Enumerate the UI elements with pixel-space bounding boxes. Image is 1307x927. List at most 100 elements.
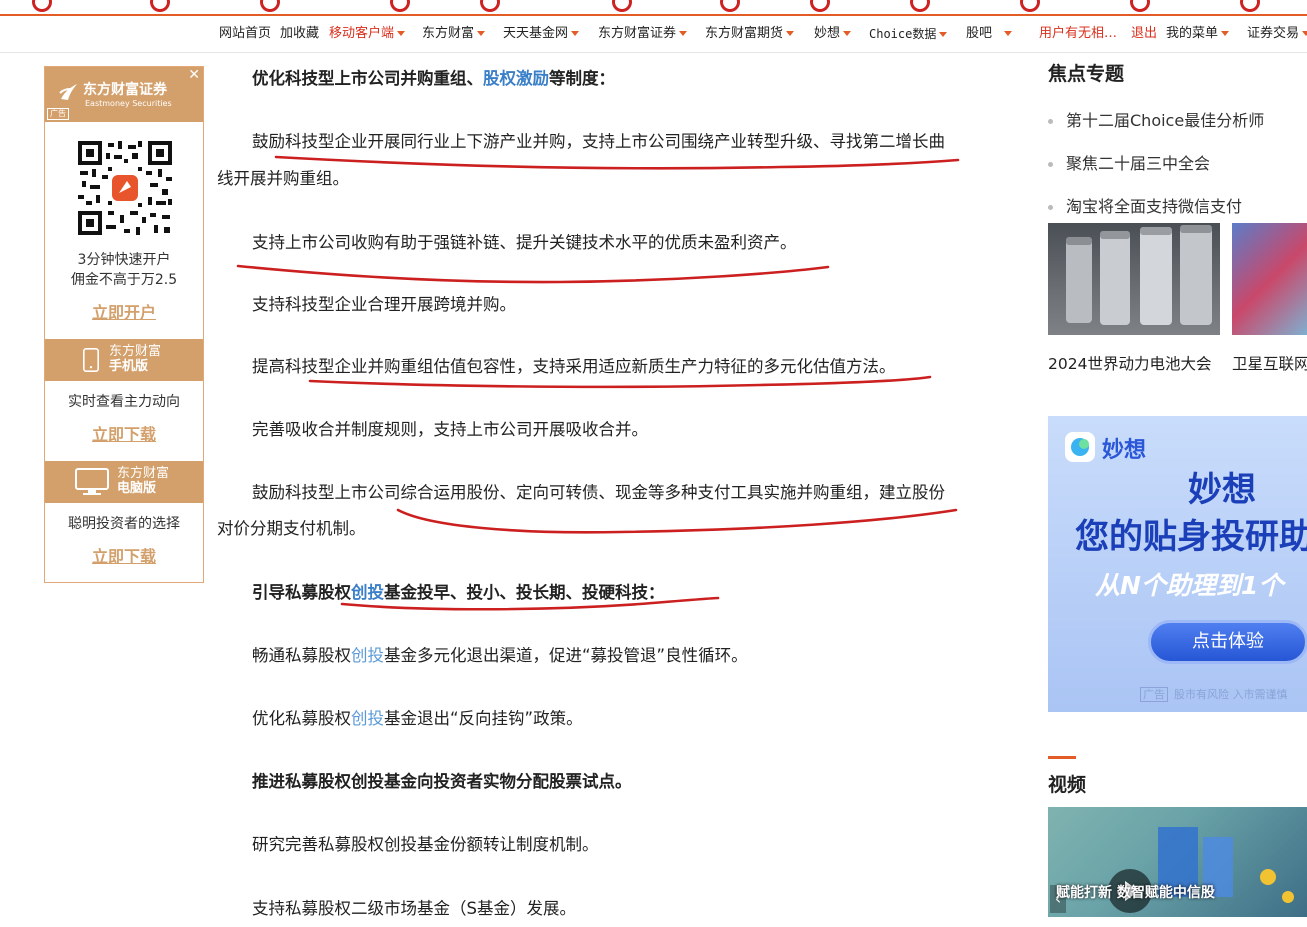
left-floating-ad[interactable]: 东方财富证券 Eastmoney Securities 广告 ✕ 3分钟快速开户… — [44, 66, 204, 583]
nav-username[interactable]: 用户有无相… — [1039, 16, 1117, 52]
chevron-down-icon — [1221, 31, 1230, 36]
nav-label: 用户有无相… — [1039, 26, 1118, 41]
mobile-band-line1: 东方财富 — [109, 344, 162, 359]
mobile-band-title: 东方财富 手机版 — [109, 344, 161, 374]
video-section-title: 视频 — [1048, 774, 1087, 796]
banner-fragment — [720, 0, 740, 12]
bullet-icon — [1048, 205, 1053, 210]
nav-mobile-client[interactable]: 移动客户端 — [329, 16, 406, 52]
satellite-internet-image[interactable] — [1232, 223, 1307, 335]
mobile-band: 东方财富 手机版 — [45, 339, 203, 381]
article-paragraph: 畅通私募股权创投基金多元化退出渠道，促进“募投管退”良性循环。 — [217, 637, 1007, 674]
nav-label: 加收藏 — [280, 26, 320, 41]
pc-band-title: 东方财富 电脑版 — [117, 466, 169, 496]
text-run: 基金退出“反向挂钩”政策。 — [384, 709, 583, 728]
nav-guba[interactable]: 股吧 — [966, 16, 1013, 52]
miaoxiang-headline: 妙想 — [1188, 470, 1256, 510]
venture-link[interactable]: 创投 — [351, 709, 384, 728]
chevron-down-icon — [397, 31, 406, 36]
miaoxiang-logo-icon — [1065, 432, 1095, 462]
pc-desc: 聪明投资者的选择 — [68, 516, 180, 532]
ad-open-text-1: 3分钟快速开户 — [77, 252, 171, 268]
pc-band: 东方财富 电脑版 — [45, 461, 203, 503]
nav-trading[interactable]: 证券交易 — [1247, 16, 1307, 52]
video-thumbnail[interactable]: ‹ 赋能打新 数智赋能中信股 — [1048, 807, 1307, 917]
nav-label: 移动客户端 — [329, 26, 395, 41]
chevron-down-icon — [939, 32, 948, 37]
bullet-icon — [1048, 162, 1053, 167]
text-run: 鼓励科技型上市公司综合运用股份、定向可转债、现金等多种支付工具实施并购重组，建立… — [252, 483, 945, 502]
banner-fragment — [612, 0, 632, 12]
chevron-down-icon — [786, 31, 795, 36]
text-run: 优化私募股权 — [252, 709, 351, 728]
mobile-phone-icon — [83, 348, 99, 372]
text-run: 支持科技型企业合理开展跨境并购。 — [252, 295, 516, 314]
nav-futures[interactable]: 东方财富期货 — [705, 16, 795, 52]
close-icon[interactable]: ✕ — [188, 67, 200, 83]
nav-tiantian-fund[interactable]: 天天基金网 — [503, 16, 580, 52]
nav-choice-data[interactable]: Choice数据 — [869, 16, 948, 52]
text-run: 鼓励科技型企业开展同行业上下游产业并购，支持上市公司围绕产业转型升级、寻找第二增… — [252, 132, 945, 151]
miaoxiang-slogan: 您的贴身投研助 — [1075, 517, 1307, 557]
article-paragraph: 鼓励科技型上市公司综合运用股份、定向可转债、现金等多种支付工具实施并购重组，建立… — [217, 474, 1007, 511]
article-paragraph: 研究完善私募股权创投基金份额转让制度机制。 — [217, 826, 1007, 863]
focus-item[interactable]: 淘宝将全面支持微信支付 — [1048, 193, 1242, 217]
thumb-caption[interactable]: 2024世界动力电池大会 — [1048, 352, 1211, 374]
nav-label: 东方财富证券 — [598, 26, 677, 41]
underline-stroke — [236, 264, 830, 284]
article-heading: 推进私募股权创投基金向投资者实物分配股票试点。 — [217, 763, 1007, 800]
battery-conference-image[interactable] — [1048, 223, 1220, 335]
focus-item-label: 第十二届Choice最佳分析师 — [1066, 111, 1265, 130]
disclaimer-text: 股市有风险 入市需谨慎 — [1174, 688, 1288, 701]
focus-item[interactable]: 聚焦二十届三中全会 — [1048, 150, 1210, 174]
banner-fragment — [32, 0, 52, 12]
venture-link[interactable]: 创投 — [351, 646, 384, 665]
article-heading: 优化科技型上市公司并购重组、股权激励等制度： — [217, 60, 1007, 97]
banner-fragment — [480, 0, 500, 12]
nav-home[interactable]: 网站首页 — [219, 16, 271, 52]
nav-label: 我的菜单 — [1166, 26, 1219, 41]
nav-bookmark[interactable]: 加收藏 — [280, 16, 319, 52]
miaoxiang-logo-text: 妙想 — [1102, 438, 1147, 463]
nav-label: Choice数据 — [869, 27, 937, 41]
battery-cells-image — [1066, 225, 1212, 325]
risk-disclaimer: 广告 股市有风险 入市需谨慎 — [1140, 686, 1288, 702]
text-run: 畅通私募股权 — [252, 646, 351, 665]
venture-link[interactable]: 创投 — [351, 583, 384, 602]
equity-incentive-link[interactable]: 股权激励 — [483, 69, 549, 88]
nav-label: 网站首页 — [219, 26, 272, 41]
article-paragraph: 支持科技型企业合理开展跨境并购。 — [217, 286, 1007, 323]
text-run: 基金多元化退出渠道，促进“募投管退”良性循环。 — [384, 646, 748, 665]
try-now-button[interactable]: 点击体验 — [1148, 620, 1307, 664]
open-account-link[interactable]: 立即开户 — [45, 299, 203, 323]
focus-item[interactable]: 第十二届Choice最佳分析师 — [1048, 107, 1264, 131]
nav-logout[interactable]: 退出 — [1131, 16, 1157, 52]
ad-tag: 广告 — [47, 108, 69, 120]
site-nav-bar: 网站首页 加收藏 移动客户端 东方财富 天天基金网 东方财富证券 东方财富期货 … — [0, 16, 1307, 53]
nav-securities[interactable]: 东方财富证券 — [598, 16, 688, 52]
pc-download-link[interactable]: 立即下载 — [45, 543, 203, 567]
nav-miaoxiang[interactable]: 妙想 — [814, 16, 852, 52]
chevron-down-icon — [1004, 31, 1013, 36]
nav-eastmoney[interactable]: 东方财富 — [422, 16, 486, 52]
text-run: 提高科技型企业并购重组估值包容性，支持采用适应新质生产力特征的多元化估值方法。 — [252, 357, 896, 376]
text-run: 基金投早、投小、投长期、投硬科技： — [384, 583, 665, 602]
article-paragraph: 提高科技型企业并购重组估值包容性，支持采用适应新质生产力特征的多元化估值方法。 — [217, 348, 1007, 385]
article-paragraph: 优化私募股权创投基金退出“反向挂钩”政策。 — [217, 700, 1007, 737]
chevron-down-icon — [571, 31, 580, 36]
chevron-down-icon — [477, 31, 486, 36]
text-run: 引导私募股权 — [252, 583, 351, 602]
mobile-band-line2: 手机版 — [109, 359, 149, 374]
article-paragraph: 鼓励科技型企业开展同行业上下游产业并购，支持上市公司围绕产业转型升级、寻找第二增… — [217, 123, 1007, 160]
article-paragraph-cont: 线开展并购重组。 — [217, 169, 349, 188]
text-run: 完善吸收合并制度规则，支持上市公司开展吸收合并。 — [252, 420, 648, 439]
mobile-download-link[interactable]: 立即下载 — [45, 421, 203, 445]
nav-my-menu[interactable]: 我的菜单 — [1166, 16, 1230, 52]
pc-band-line1: 东方财富 — [117, 466, 170, 481]
text-run: 支持私募股权二级市场基金（S基金）发展。 — [252, 899, 576, 918]
mobile-desc: 实时查看主力动向 — [68, 394, 180, 410]
thumb-caption[interactable]: 卫星互联网 — [1232, 352, 1307, 374]
miaoxiang-ad-banner[interactable]: 妙想 妙想 您的贴身投研助 从N个助理到1个 点击体验 广告 股市有风险 入市需谨… — [1048, 416, 1307, 712]
focus-section-title: 焦点专题 — [1048, 63, 1125, 85]
ad-open-text-2: 佣金不高于万2.5 — [70, 272, 178, 288]
